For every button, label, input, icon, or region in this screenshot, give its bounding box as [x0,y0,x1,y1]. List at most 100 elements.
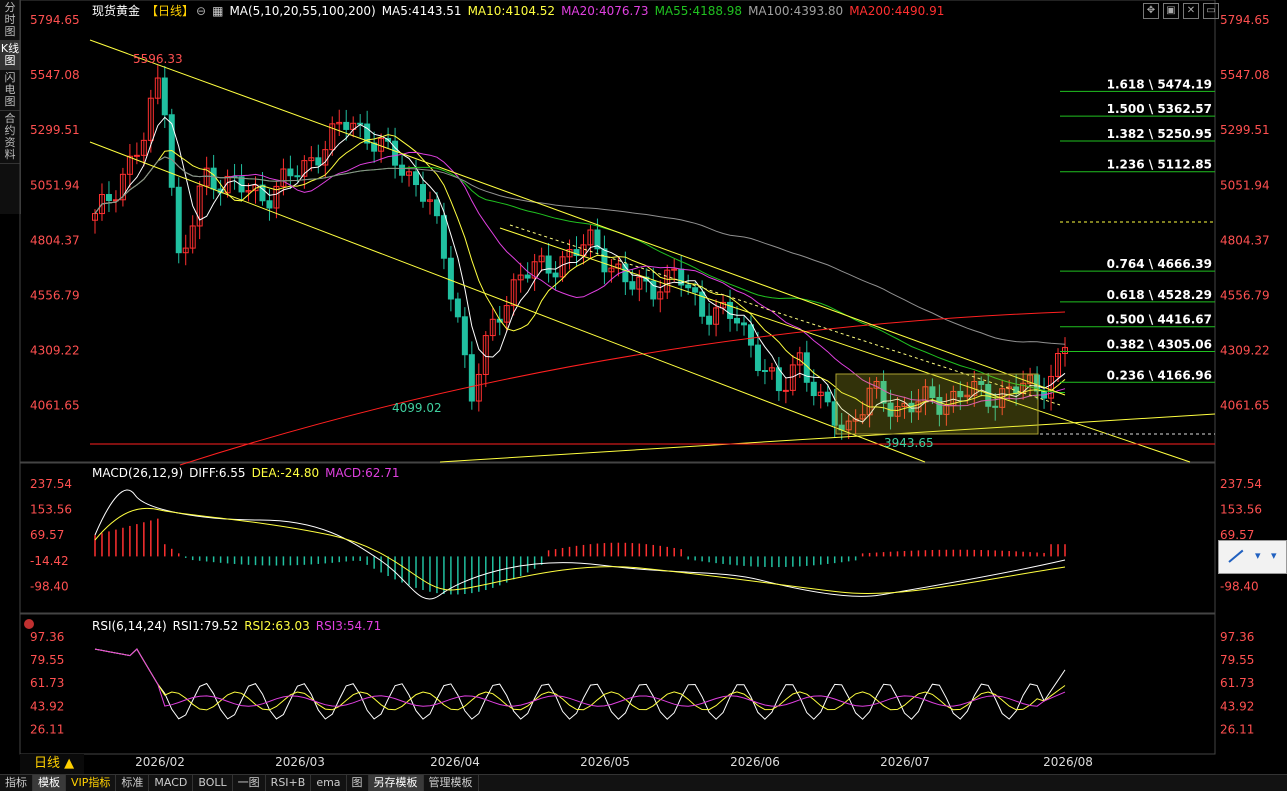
candle-body-29 [294,175,301,178]
candle-body-10 [161,77,168,116]
candle-body-51 [447,257,454,300]
candle-body-95 [754,344,761,372]
main-axis-right-label-2: 5299.51 [1220,123,1270,137]
bottom-tab-11[interactable]: 管理模板 [424,775,479,791]
bottom-tab-8[interactable]: ema [311,775,347,791]
main-axis-right-label-3: 5051.94 [1220,178,1270,192]
bottom-tab-9[interactable]: 图 [347,775,369,791]
bottom-tab-1[interactable]: 模板 [33,775,66,791]
rsi-axis-right-label-1: 79.55 [1220,653,1254,667]
restore-icon[interactable]: ▭ [1203,3,1219,19]
rsi3-line [94,648,1066,707]
settings-icon[interactable]: ⊖ [196,4,206,18]
candle-body-103 [810,381,817,397]
macd-axis-left-label-1: 153.56 [30,503,72,517]
candle-body-52 [454,298,461,318]
move-icon[interactable]: ✥ [1143,3,1159,19]
drawing-tool-popup[interactable]: ▾ ▾ [1218,540,1287,574]
chevron-down-icon[interactable]: ▾ [1255,549,1261,562]
candle-body-99 [782,389,789,392]
date-label-1: 2026/03 [275,755,325,769]
candle-body-93 [740,322,747,326]
bottom-tab-3[interactable]: 标准 [116,775,150,791]
main-axis-left-label-7: 4061.65 [30,399,80,413]
candle-body-36 [343,121,350,130]
date-label-4: 2026/06 [730,755,780,769]
bottom-tab-7[interactable]: RSI+B [266,775,312,791]
rsi-axis-right-label-2: 61.73 [1220,676,1254,690]
macd-axis-left-label-4: -98.40 [30,579,69,593]
bottom-tab-0[interactable]: 指标 [0,775,33,791]
price-chart[interactable]: 5794.65 5794.65 5547.08 5547.08 5299.51 5299.… [0,0,1287,790]
rsi-title: RSI(6,14,24) [92,619,167,633]
macd-dea-line [94,507,1066,594]
rsi-axis-right-label-4: 26.11 [1220,722,1254,736]
main-axis-left-label-6: 4309.22 [30,344,80,358]
high-annotation: 5596.33 [133,52,183,66]
main-axis-right-label-0: 5794.65 [1220,13,1270,27]
fib-label-1: 1.500 \ 5362.57 [1107,102,1212,116]
macd-axis-right-label-0: 237.54 [1220,477,1262,491]
fib-label-2: 1.382 \ 5250.95 [1107,127,1212,141]
ma200-value: MA200:4490.91 [849,4,945,18]
rsi-axis-right-label-0: 97.36 [1220,630,1254,644]
chevron-down-icon-2[interactable]: ▾ [1271,549,1277,562]
main-axis-left-label-0: 5794.65 [30,13,80,27]
macd-diff: DIFF:6.55 [189,466,246,480]
indicator-target-icon[interactable] [24,619,34,629]
candle-body-65 [545,255,552,274]
date-label-2: 2026/04 [430,755,480,769]
candle-body-12 [175,186,182,254]
main-axis-left-label-4: 4804.37 [30,233,80,247]
candle-body-73 [601,248,608,273]
candle-body-94 [747,324,754,346]
ma10-value: MA10:4104.52 [467,4,556,18]
ma-params: MA(5,10,20,55,100,200) [229,4,376,18]
macd-axis-right-label-1: 153.56 [1220,503,1262,517]
macd-panel-frame [19,462,1216,614]
macd-dea: DEA:-24.80 [251,466,320,480]
rsi-axis-left-label-2: 61.73 [30,676,64,690]
bottom-tab-5[interactable]: BOLL [193,775,233,791]
candle-body-105 [824,391,831,403]
trendline-tool-icon[interactable] [1228,549,1244,563]
candle-body-6 [133,154,140,157]
bottom-tab-4[interactable]: MACD [149,775,194,791]
rsi-panel-frame [19,613,1216,755]
rsi-axis-left-label-0: 97.36 [30,630,64,644]
candle-body-91 [727,301,734,319]
date-label-3: 2026/05 [580,755,630,769]
candle-body-43 [392,140,399,166]
macd-diff-line [94,489,1066,600]
rsi-axis-left-label-3: 43.92 [30,699,64,713]
rsi-axis-left-label-4: 26.11 [30,722,64,736]
main-axis-left-label-5: 4556.79 [30,289,80,303]
fib-label-3: 1.236 \ 5112.85 [1107,158,1212,172]
support-line [439,413,1216,463]
candle-body-25 [266,200,273,209]
candle-body-62 [524,274,531,279]
macd-axis-left-label-2: 69.57 [30,528,64,542]
candle-body-88 [706,315,713,325]
bottom-tab-6[interactable]: 一图 [233,775,266,791]
bottom-tab-10[interactable]: 另存模板 [368,775,424,791]
period-selector[interactable]: 日线 ▲ [20,754,84,774]
candle-body-49 [433,199,440,217]
fib-label-8: 0.236 \ 4166.96 [1107,368,1212,382]
macd-axis-left-label-0: 237.54 [30,477,72,491]
fib-label-0: 1.618 \ 5474.19 [1107,77,1212,91]
date-label-5: 2026/07 [880,755,930,769]
main-chart-header: 现货黄金 【日线】 ⊖ ▦ MA(5,10,20,55,100,200) MA5:4143… [92,2,950,19]
candle-body-85 [685,284,692,289]
maximize-icon[interactable]: ▣ [1163,3,1179,19]
main-axis-right-label-5: 4556.79 [1220,289,1270,303]
candle-body-92 [734,317,741,324]
rsi1-line [94,648,1066,720]
ma5-value: MA5:4143.51 [381,4,462,18]
close-icon[interactable]: ✕ [1183,3,1199,19]
ma-settings-icon[interactable]: ▦ [212,4,223,18]
bottom-tab-2[interactable]: VIP指标 [66,775,117,791]
rsi-header: RSI(6,14,24) RSI1:79.52 RSI2:63.03 RSI3:54.… [92,619,381,633]
bottom-toolbar: 指标 模板 VIP指标 标准 MACD BOLL 一图 RSI+B ema 图另存模板 管理模板 [0,774,1287,791]
main-axis-right-label-6: 4309.22 [1220,344,1270,358]
